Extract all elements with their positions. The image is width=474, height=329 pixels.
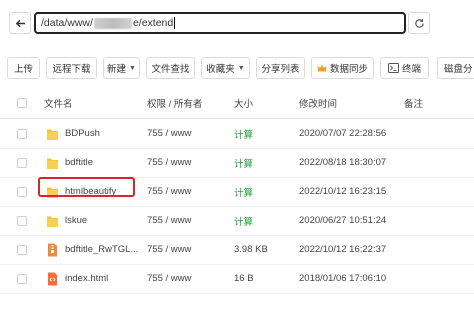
html-file-icon [46, 264, 59, 293]
disk-label: 磁盘分 [444, 64, 473, 75]
row-checkbox-cell [17, 148, 27, 177]
path-input[interactable]: /data/www/ e/extend [34, 12, 406, 34]
remote-download-button[interactable]: 远程下载 [46, 57, 97, 79]
file-name[interactable]: bdftitle_RwTGL... [65, 235, 138, 264]
row-checkbox[interactable] [17, 128, 27, 139]
upload-label: 上传 [13, 64, 33, 75]
file-permission[interactable]: 755 / www [147, 235, 191, 264]
header-note: 备注 [404, 99, 424, 110]
file-permission[interactable]: 755 / www [147, 177, 191, 206]
calculate-size-link[interactable]: 计算 [234, 119, 253, 148]
file-modified-time: 2020/06/27 10:51:24 [299, 215, 387, 226]
chevron-down-icon: ▼ [237, 64, 245, 72]
header-permission[interactable]: 权限 / 所有者 [147, 88, 202, 118]
arrow-left-icon [15, 19, 25, 27]
chevron-down-icon: ▼ [129, 64, 136, 72]
row-checkbox-cell [17, 206, 27, 235]
file-permission[interactable]: 755 / www [147, 206, 191, 235]
back-button[interactable] [9, 12, 31, 34]
file-permission[interactable]: 755 / www [147, 264, 191, 293]
favorites-label: 收藏夹 [206, 64, 235, 75]
table-row[interactable]: index.html 755 / www 16 B 2018/01/06 17:06:… [0, 264, 474, 294]
refresh-icon [414, 18, 424, 28]
select-all-checkbox[interactable] [17, 98, 27, 108]
upload-button[interactable]: 上传 [7, 57, 40, 79]
terminal-button[interactable]: 终端 [380, 57, 429, 79]
header-modified-time[interactable]: 修改时间 [299, 88, 337, 118]
file-name[interactable]: bdftitle [65, 148, 93, 177]
highlight-box [38, 177, 135, 197]
blurred-path-segment [93, 17, 132, 29]
remote-download-label: 远程下载 [52, 64, 91, 75]
refresh-button[interactable] [408, 12, 430, 34]
new-label: 新建 [107, 64, 127, 75]
file-modified-time: 2020/07/07 22:28:56 [299, 128, 387, 139]
file-size: 3.98 KB [234, 244, 268, 255]
header-filename[interactable]: 文件名 [44, 88, 73, 118]
row-checkbox-cell [17, 177, 27, 206]
share-list-label: 分享列表 [261, 64, 300, 75]
terminal-icon [387, 63, 399, 73]
file-search-label: 文件查找 [151, 64, 190, 75]
row-checkbox[interactable] [17, 186, 27, 197]
table-row[interactable]: bdftitle 755 / www 计算 2022/08/18 18:30:07 [0, 148, 474, 178]
folder-icon [46, 119, 59, 148]
file-name[interactable]: BDPush [65, 119, 100, 148]
file-modified-time: 2022/10/12 16:22:37 [299, 244, 387, 255]
data-sync-label: 数据同步 [329, 64, 368, 75]
file-name[interactable]: lskue [65, 206, 87, 235]
file-name[interactable]: index.html [65, 264, 108, 293]
folder-icon [46, 206, 59, 235]
folder-icon [46, 148, 59, 177]
table-row[interactable]: lskue 755 / www 计算 2020/06/27 10:51:24 [0, 206, 474, 236]
disk-button[interactable]: 磁盘分 [437, 57, 474, 79]
table-row[interactable]: bdftitle_RwTGL... 755 / www 3.98 KB 2022/10… [0, 235, 474, 265]
toolbar: 上传 远程下载 新建 ▼ 文件查找 收藏夹 ▼ 分享列表 数据同步 终端 磁盘分 [0, 57, 474, 81]
row-checkbox-cell [17, 119, 27, 148]
calculate-size-link[interactable]: 计算 [234, 206, 253, 235]
text-caret [174, 17, 176, 29]
header-checkbox-cell [17, 88, 27, 118]
header-size[interactable]: 大小 [234, 88, 253, 118]
row-checkbox[interactable] [17, 273, 27, 284]
data-sync-button[interactable]: 数据同步 [311, 57, 374, 79]
crown-icon [317, 64, 327, 73]
zip-file-icon [46, 235, 59, 264]
file-size: 16 B [234, 273, 254, 284]
file-permission[interactable]: 755 / www [147, 148, 191, 177]
new-dropdown-button[interactable]: 新建 ▼ [103, 57, 140, 79]
file-modified-time: 2018/01/06 17:06:10 [299, 273, 387, 284]
share-list-button[interactable]: 分享列表 [256, 57, 305, 79]
table-header: 文件名 权限 / 所有者 大小 修改时间 备注 [0, 88, 474, 119]
row-checkbox-cell [17, 235, 27, 264]
table-row[interactable]: BDPush 755 / www 计算 2020/07/07 22:28:56 [0, 119, 474, 149]
row-checkbox[interactable] [17, 157, 27, 168]
terminal-label: 终端 [401, 64, 421, 75]
file-modified-time: 2022/08/18 18:30:07 [299, 157, 387, 168]
favorites-dropdown-button[interactable]: 收藏夹 ▼ [201, 57, 250, 79]
row-checkbox-cell [17, 264, 27, 293]
calculate-size-link[interactable]: 计算 [234, 177, 253, 206]
file-modified-time: 2022/10/12 16:23:15 [299, 186, 387, 197]
row-checkbox[interactable] [17, 244, 27, 255]
file-permission[interactable]: 755 / www [147, 119, 191, 148]
path-start: /data/www/ [41, 17, 93, 29]
file-search-button[interactable]: 文件查找 [146, 57, 195, 79]
calculate-size-link[interactable]: 计算 [234, 148, 253, 177]
address-bar: /data/www/ e/extend [0, 0, 474, 48]
path-end: e/extend [132, 17, 174, 29]
row-checkbox[interactable] [17, 215, 27, 226]
